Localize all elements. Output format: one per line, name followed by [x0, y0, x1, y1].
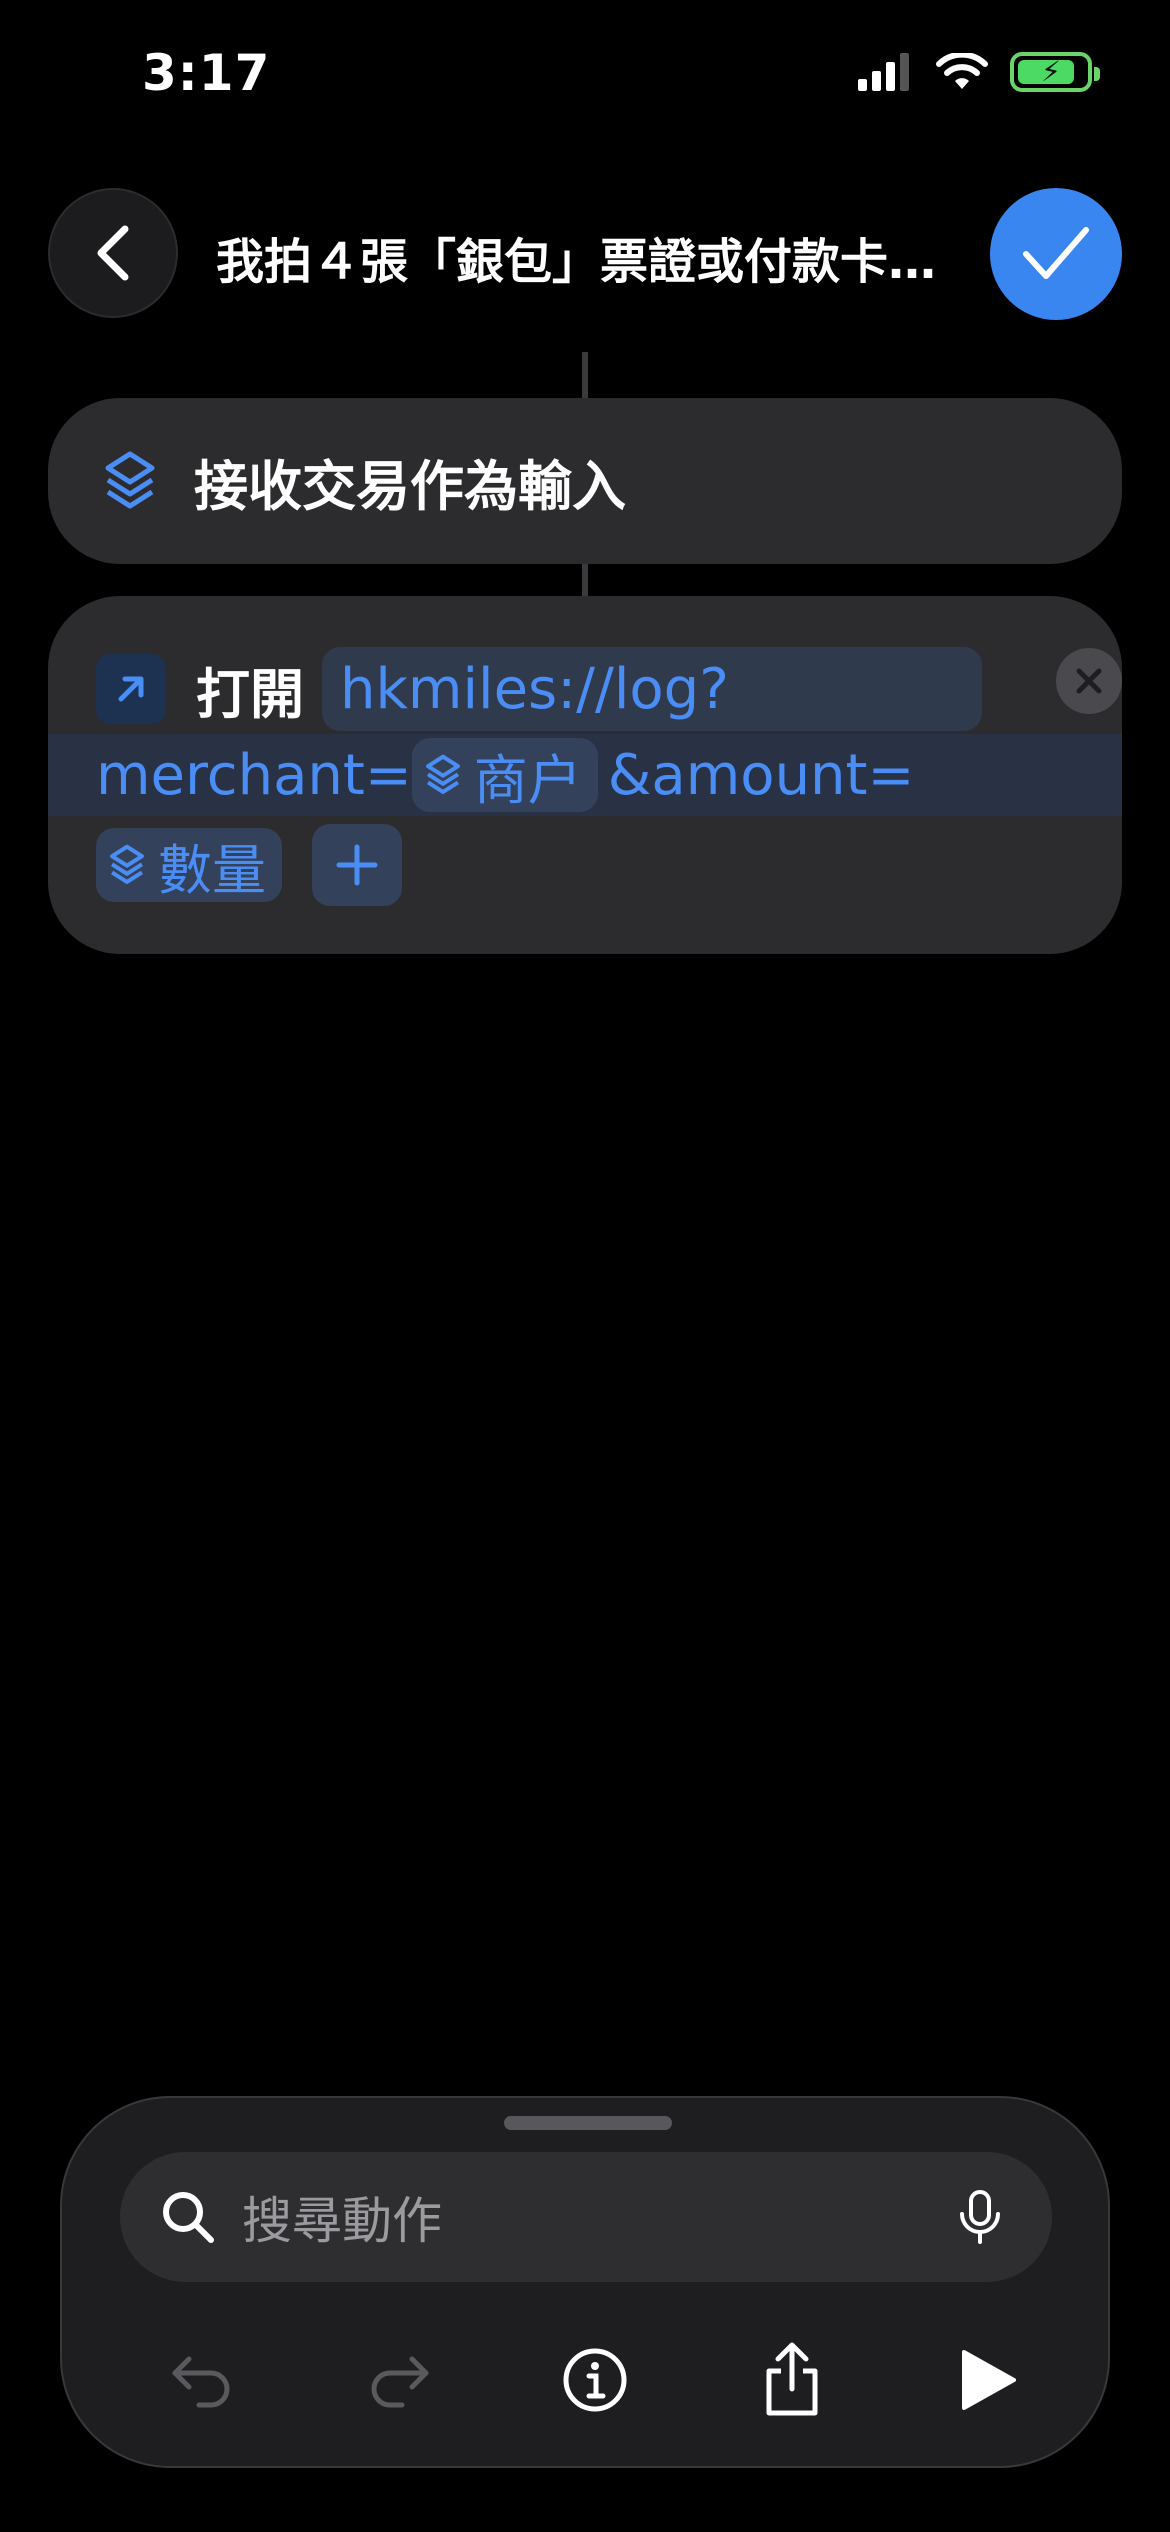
cellular-signal-icon: [858, 53, 909, 91]
redo-button[interactable]: [349, 2330, 449, 2430]
action-label: 接收交易作為輸入: [194, 454, 626, 518]
wallet-stack-icon: [105, 451, 155, 509]
open-url-row: 打開 hkmiles://log?: [96, 644, 982, 734]
info-button[interactable]: [545, 2330, 645, 2430]
search-placeholder: 搜尋動作: [242, 2192, 442, 2250]
flow-connector: [582, 564, 588, 596]
undo-button[interactable]: [152, 2330, 252, 2430]
checkmark-icon: [1023, 227, 1089, 279]
shortcut-title[interactable]: 我拍４張「銀包」票證或付款卡…: [216, 222, 956, 292]
back-button[interactable]: [48, 188, 178, 318]
action-receive-transaction[interactable]: 接收交易作為輸入: [48, 398, 1122, 564]
done-button[interactable]: [990, 188, 1122, 320]
add-variable-button[interactable]: [312, 824, 402, 906]
flow-connector: [582, 352, 588, 398]
variable-amount[interactable]: 數量: [96, 828, 282, 902]
microphone-icon[interactable]: [958, 2190, 1002, 2246]
url-params-row[interactable]: merchant= 商户 &amount=: [48, 734, 1122, 816]
chevron-left-icon: [97, 225, 129, 281]
wallet-stack-icon: [110, 844, 144, 884]
param-amount-key: &amount=: [607, 742, 915, 808]
battery-charging-icon: ⚡: [1010, 52, 1100, 92]
action-open-url[interactable]: 打開 hkmiles://log? merchant= 商户 &amount=: [48, 596, 1122, 954]
redo-icon: [371, 2356, 428, 2408]
wifi-icon: [936, 53, 988, 89]
search-icon: [163, 2192, 214, 2243]
share-button[interactable]: [742, 2330, 842, 2430]
shortcut-editor-screen: 3:17 ⚡ 我拍４張「銀包」票證或付款卡… 接收交易作為輸入 打開 hkmil…: [0, 0, 1170, 2532]
param-merchant-key: merchant=: [96, 742, 412, 808]
sheet-grabber[interactable]: [504, 2116, 672, 2130]
undo-icon: [172, 2356, 230, 2408]
close-icon: [1076, 668, 1102, 694]
open-verb: 打開: [196, 662, 304, 726]
clear-url-button[interactable]: [1056, 648, 1122, 714]
url-field[interactable]: hkmiles://log?: [322, 647, 982, 731]
info-icon: [563, 2348, 627, 2412]
plus-icon: [336, 844, 378, 886]
actions-bottom-sheet[interactable]: 搜尋動作: [60, 2096, 1110, 2468]
url-params-row-2: 數量: [96, 822, 402, 908]
share-icon: [766, 2342, 817, 2416]
run-button[interactable]: [938, 2330, 1038, 2430]
variable-label: 商户: [473, 748, 582, 812]
status-time: 3:17: [142, 44, 271, 102]
status-icons: ⚡: [858, 52, 1100, 92]
variable-label: 數量: [158, 838, 266, 902]
arrow-up-right-icon: [96, 654, 166, 724]
wallet-stack-icon: [425, 754, 460, 794]
editor-toolbar: [92, 2320, 1082, 2440]
play-icon: [962, 2350, 1016, 2410]
search-actions-field[interactable]: 搜尋動作: [120, 2152, 1052, 2282]
variable-merchant[interactable]: 商户: [411, 738, 598, 812]
